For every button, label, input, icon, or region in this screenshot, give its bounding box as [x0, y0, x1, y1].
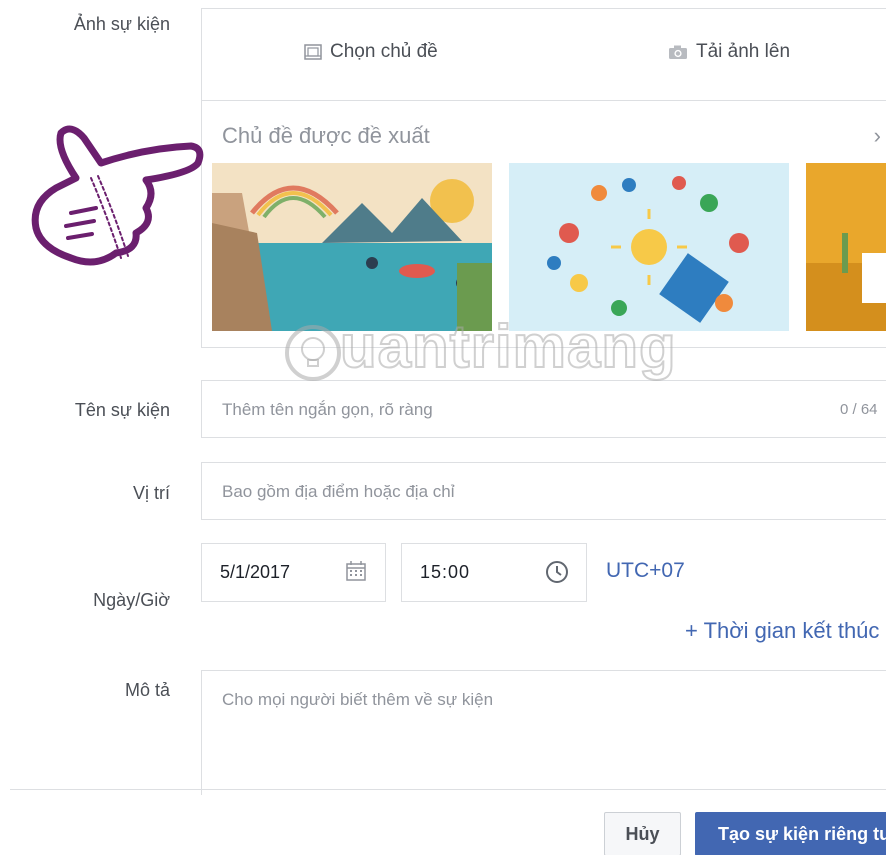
photo-tabs: Chọn chủ đề Tải ảnh lên	[202, 9, 886, 101]
chevron-right-icon[interactable]: ›	[874, 123, 881, 149]
camera-icon	[668, 44, 688, 60]
theme-summer[interactable]	[509, 163, 789, 331]
create-private-event-button[interactable]: Tạo sự kiện riêng tư	[695, 812, 886, 855]
timezone-label: UTC+07	[606, 559, 685, 582]
date-value: 5/1/2017	[220, 562, 291, 582]
theme-lake[interactable]	[212, 163, 492, 331]
event-name-input[interactable]: Thêm tên ngắn gọn, rõ ràng 0 / 64	[201, 380, 886, 438]
add-end-time-link[interactable]: + Thời gian kết thúc	[685, 618, 879, 644]
cancel-button[interactable]: Hủy	[604, 812, 681, 855]
event-name-counter: 0 / 64	[840, 401, 878, 418]
description-placeholder: Cho mọi người biết thêm về sự kiện	[222, 690, 494, 709]
event-name-placeholder: Thêm tên ngắn gọn, rõ ràng	[222, 400, 433, 419]
datetime-label: Ngày/Giờ	[93, 590, 170, 610]
tab-choose-theme-label: Chọn chủ đề	[330, 41, 438, 62]
description-textarea[interactable]: Cho mọi người biết thêm về sự kiện	[201, 670, 886, 795]
suggested-themes-title: Chủ đề được đề xuất	[222, 123, 430, 148]
location-input[interactable]: Bao gồm địa điểm hoặc địa chỉ	[201, 462, 886, 520]
clock-icon	[545, 560, 569, 589]
theme-desert[interactable]	[806, 163, 886, 331]
tab-upload-photo[interactable]: Tải ảnh lên	[668, 41, 790, 63]
tab-choose-theme[interactable]: Chọn chủ đề	[304, 41, 438, 63]
time-value: 15:00	[420, 562, 471, 582]
event-photo-label: Ảnh sự kiện	[73, 14, 170, 34]
footer-divider	[10, 789, 886, 790]
event-name-label: Tên sự kiện	[74, 400, 170, 420]
date-picker[interactable]: 5/1/2017	[201, 543, 386, 602]
time-picker[interactable]: 15:00	[401, 543, 587, 602]
calendar-icon	[345, 560, 367, 587]
theme-icon	[304, 44, 322, 60]
event-photo-panel: Chọn chủ đề Tải ảnh lên Chủ đề được đề x…	[201, 8, 886, 348]
description-label: Mô tả	[124, 680, 170, 700]
location-placeholder: Bao gồm địa điểm hoặc địa chỉ	[222, 482, 455, 501]
tab-upload-photo-label: Tải ảnh lên	[696, 41, 791, 62]
pointing-hand-icon	[31, 125, 204, 266]
location-label: Vị trí	[132, 483, 170, 503]
